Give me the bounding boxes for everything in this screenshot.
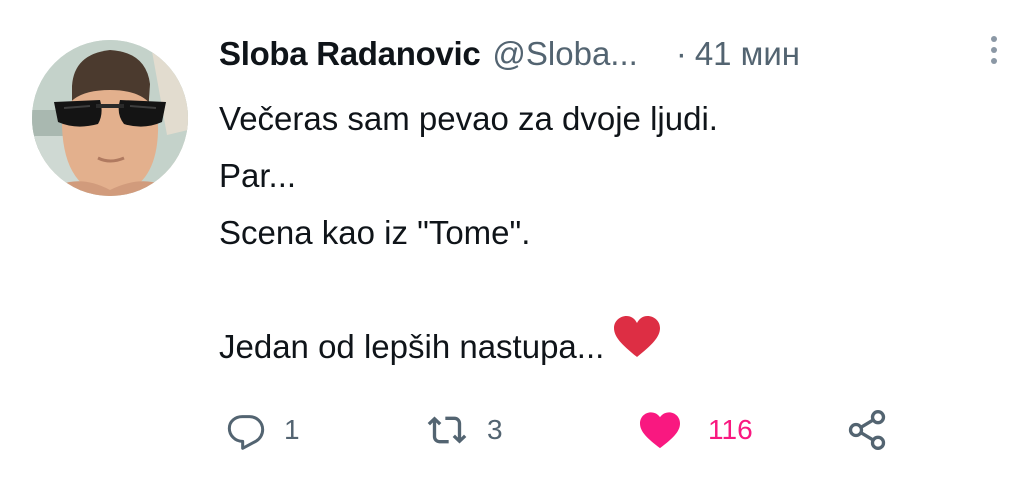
author-handle[interactable]: @Sloba... — [492, 35, 637, 73]
reply-icon — [227, 415, 265, 450]
retweet-icon — [427, 416, 467, 444]
retweet-button[interactable]: 3 — [425, 400, 503, 460]
share-icon — [848, 410, 886, 450]
separator-dot: · — [675, 35, 687, 72]
share-button[interactable] — [845, 400, 889, 460]
avatar[interactable] — [32, 40, 188, 196]
reply-button[interactable]: 1 — [226, 400, 300, 460]
avatar-image — [32, 40, 188, 196]
tweet-text: Večeras sam pevao za dvoje ljudi. Par...… — [219, 90, 999, 375]
tweet-text-line — [219, 261, 999, 318]
tweet-text-line: Večeras sam pevao za dvoje ljudi. — [219, 100, 718, 137]
tweet-text-line: Jedan od lepših nastupa... — [219, 328, 605, 365]
tweet-text-line: Par... — [219, 157, 297, 194]
heart-icon — [640, 412, 680, 449]
like-count: 116 — [708, 414, 753, 445]
tweet-text-line: Scena kao iz "Tome". — [219, 214, 531, 251]
more-options-icon[interactable] — [984, 36, 1004, 72]
retweet-count: 3 — [487, 414, 503, 445]
like-button[interactable]: 116 — [638, 400, 753, 460]
tweet[interactable]: Sloba Radanovic @Sloba... · 41 мин Večer… — [0, 0, 1024, 477]
tweet-time[interactable]: 41 мин — [695, 35, 800, 73]
tweet-actions: 1 3 116 — [0, 400, 1024, 460]
author-display-name[interactable]: Sloba Radanovic — [219, 35, 481, 73]
reply-count: 1 — [284, 414, 300, 445]
red-heart-emoji-icon — [612, 315, 662, 376]
tweet-header: Sloba Radanovic @Sloba... · 41 мин — [219, 28, 1009, 80]
tweet-text-line-last: Jedan od lepših nastupa... — [219, 315, 999, 376]
